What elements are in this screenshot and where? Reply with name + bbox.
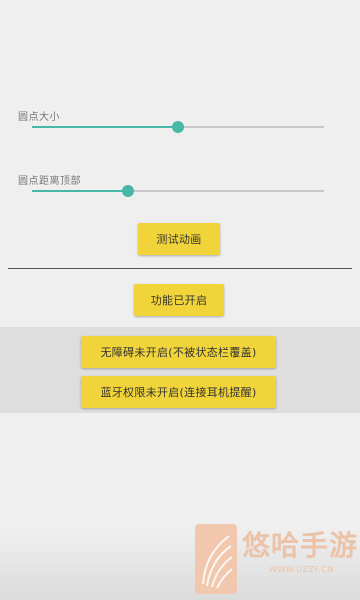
bluetooth-permission-button[interactable]: 蓝牙权限未开启(连接耳机提醒): [81, 376, 276, 408]
dot-distance-slider[interactable]: [32, 184, 324, 198]
slider-fill: [32, 126, 178, 128]
watermark-title: 悠哈手游: [242, 529, 359, 562]
slider-fill: [32, 190, 129, 192]
feature-toggle-button[interactable]: 功能已开启: [134, 284, 224, 316]
dot-size-slider[interactable]: [32, 120, 324, 134]
app-screen: 圆点大小 圆点距离顶部 测试动画 功能已开启 无障碍未开启(不被状态栏覆盖) 蓝…: [0, 0, 360, 600]
watermark-url: WWW.UZZF.CN: [269, 565, 334, 574]
test-animation-button[interactable]: 测试动画: [138, 223, 220, 255]
slider-thumb[interactable]: [172, 121, 184, 133]
watermark-logo-icon: [195, 524, 237, 594]
divider: [8, 268, 352, 269]
watermark: 悠哈手游 WWW.UZZF.CN: [195, 524, 358, 596]
accessibility-permission-button[interactable]: 无障碍未开启(不被状态栏覆盖): [81, 336, 276, 368]
slider-thumb[interactable]: [122, 185, 135, 197]
